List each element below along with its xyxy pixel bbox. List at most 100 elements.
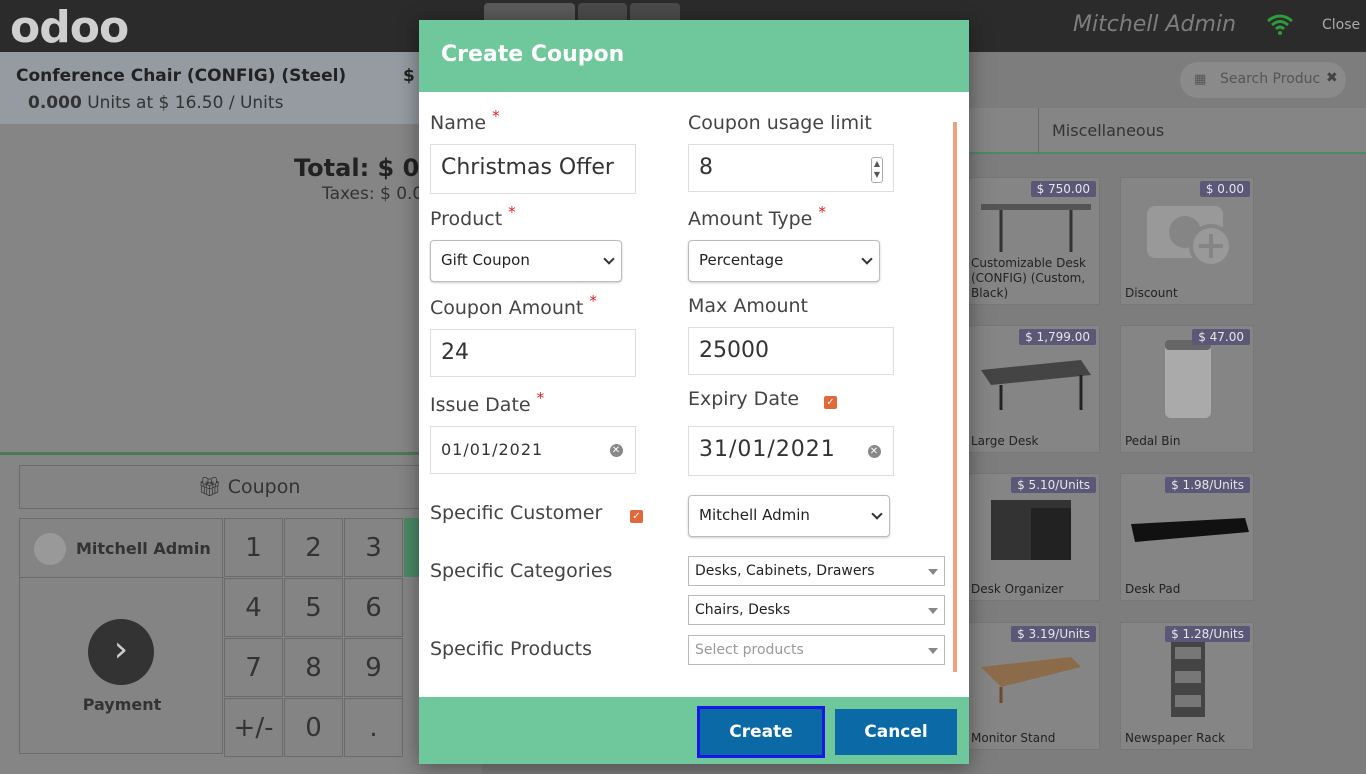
product-card[interactable]: $ 750.00 Customizable Desk (CONFIG) (Cus… (966, 177, 1100, 305)
numpad-key[interactable]: 5 (284, 578, 343, 637)
specific-categories-label: Specific Categories (430, 560, 613, 582)
product-name: Pedal Bin (1125, 434, 1181, 448)
numpad: 1 2 3 4 5 6 7 8 9 +/- 0 . (224, 518, 404, 757)
close-button[interactable]: Close (1322, 17, 1360, 33)
product-name: Customizable Desk (CONFIG) (Custom, Blac… (971, 256, 1086, 300)
product-card[interactable]: $ 1,799.00 Large Desk (966, 325, 1100, 453)
products-select[interactable]: Select products (688, 635, 945, 665)
category-select-1[interactable]: Desks, Cabinets, Drawers (688, 556, 945, 586)
dropdown-icon (928, 569, 938, 575)
expiry-date-label: Expiry Date (688, 388, 800, 410)
price-tag: $ 1,799.00 (1019, 329, 1096, 345)
chevron-down-icon (861, 253, 873, 265)
issue-date-input[interactable]: 01/01/2021 ✕ (430, 426, 636, 474)
expiry-date-input[interactable]: 31/01/2021 ✕ (688, 426, 894, 476)
spinner-icon[interactable]: ▲ ▼ (871, 157, 883, 183)
usage-limit-label: Coupon usage limit (688, 112, 872, 134)
gift-icon: 🎁︎ (197, 476, 222, 498)
order-line-qty: 0.000 Units at $ 16.50 / Units (28, 93, 284, 113)
close-icon[interactable]: ✖ (1326, 70, 1338, 86)
chevron-down-icon (871, 508, 883, 520)
product-card[interactable]: $ 1.28/Units Newspaper Rack (1120, 622, 1254, 750)
product-name: Discount (1125, 286, 1178, 300)
product-card[interactable]: $ 47.00 Pedal Bin (1120, 325, 1254, 453)
product-name: Monitor Stand (971, 731, 1056, 745)
avatar (34, 533, 66, 565)
product-name: Desk Organizer (971, 582, 1064, 596)
product-select[interactable]: Gift Coupon (430, 240, 622, 282)
name-label: Name * (430, 107, 500, 134)
product-name: Desk Pad (1125, 582, 1181, 596)
usage-limit-input[interactable]: 8 ▲ ▼ (688, 144, 894, 192)
numpad-key[interactable]: 4 (224, 578, 283, 637)
dialog-title: Create Coupon (441, 42, 625, 67)
max-amount-input[interactable]: 25000 (688, 327, 894, 375)
price-tag: $ 47.00 (1192, 329, 1250, 345)
chevron-right-icon[interactable]: › (88, 619, 154, 685)
numpad-key[interactable]: +/- (224, 698, 283, 757)
order-panel: Conference Chair (CONFIG) (Steel) $ 0.00… (0, 52, 482, 774)
cancel-button[interactable]: Cancel (835, 709, 957, 755)
product-card[interactable]: $ 0.00 Discount (1120, 177, 1254, 305)
product-card[interactable]: $ 1.98/Units Desk Pad (1120, 473, 1254, 601)
coupon-amount-label: Coupon Amount * (430, 292, 597, 319)
numpad-key[interactable]: 1 (224, 518, 283, 577)
category-miscellaneous[interactable]: Miscellaneous (1052, 121, 1164, 140)
odoo-logo: odoo (10, 2, 129, 53)
cashier-name[interactable]: Mitchell Admin (1073, 12, 1236, 37)
product-name: Large Desk (971, 434, 1039, 448)
chevron-down-icon (603, 253, 615, 265)
max-amount-label: Max Amount (688, 295, 808, 317)
order-line[interactable]: Conference Chair (CONFIG) (Steel) $ 0.00… (0, 52, 482, 124)
coupon-button[interactable]: 🎁︎ Coupon (19, 465, 479, 509)
price-tag: $ 750.00 (1030, 181, 1096, 197)
divider (0, 452, 482, 455)
separator (20, 577, 224, 578)
product-card[interactable]: $ 3.19/Units Monitor Stand (966, 622, 1100, 750)
name-input[interactable]: Christmas Offer (430, 144, 636, 194)
numpad-key[interactable]: 9 (344, 638, 403, 697)
price-tag: $ 1.98/Units (1165, 477, 1250, 493)
clear-icon[interactable]: ✕ (610, 444, 623, 457)
issue-date-label: Issue Date * (430, 389, 545, 416)
product-label: Product * (430, 203, 516, 230)
numpad-key[interactable]: 2 (284, 518, 343, 577)
amount-type-label: Amount Type * (688, 203, 826, 230)
numpad-key[interactable]: 0 (284, 698, 343, 757)
amount-type-select[interactable]: Percentage (688, 240, 880, 282)
create-button[interactable]: Create (697, 706, 825, 758)
numpad-key[interactable]: 7 (224, 638, 283, 697)
clear-icon[interactable]: ✕ (868, 445, 881, 458)
numpad-key[interactable]: 6 (344, 578, 403, 637)
specific-customer-checkbox[interactable]: ✓ (630, 510, 643, 523)
numpad-key[interactable]: 3 (344, 518, 403, 577)
product-name: Newspaper Rack (1125, 731, 1226, 745)
customer-select[interactable]: Mitchell Admin (688, 495, 890, 537)
dropdown-icon (928, 648, 938, 654)
price-tag: $ 1.28/Units (1165, 626, 1250, 642)
coupon-amount-input[interactable]: 24 (430, 329, 636, 377)
dialog-header: Create Coupon (419, 20, 969, 92)
category-select-2[interactable]: Chairs, Desks (688, 595, 945, 625)
numpad-mode-qty[interactable] (404, 518, 420, 577)
numpad-key[interactable]: 8 (284, 638, 343, 697)
search-input[interactable]: Search Products (1220, 71, 1320, 87)
specific-customer-label: Specific Customer (430, 502, 603, 524)
numpad-key[interactable]: . (344, 698, 403, 757)
customer-button[interactable]: Mitchell Admin (76, 539, 211, 558)
product-card[interactable]: $ 5.10/Units Desk Organizer (966, 473, 1100, 601)
price-tag: $ 5.10/Units (1011, 477, 1096, 493)
dialog-footer: Create Cancel (419, 697, 969, 764)
specific-products-label: Specific Products (430, 638, 593, 660)
order-line-price: $ (403, 66, 415, 86)
search-icon: ▦ (1194, 72, 1207, 87)
order-taxes: Taxes: $ 0.0 (322, 184, 424, 204)
create-coupon-dialog: Create Coupon Name * Christmas Offer Coup… (419, 20, 969, 764)
expiry-date-checkbox[interactable]: ✓ (824, 396, 837, 409)
search-bar[interactable]: ▦ Search Products ✖ (1180, 62, 1346, 98)
dialog-body: Name * Christmas Offer Coupon usage limit… (419, 92, 969, 697)
payment-button[interactable]: Payment (20, 695, 224, 714)
price-tag: $ 3.19/Units (1011, 626, 1096, 642)
scrollbar[interactable] (953, 122, 957, 672)
price-tag: $ 0.00 (1199, 181, 1250, 197)
